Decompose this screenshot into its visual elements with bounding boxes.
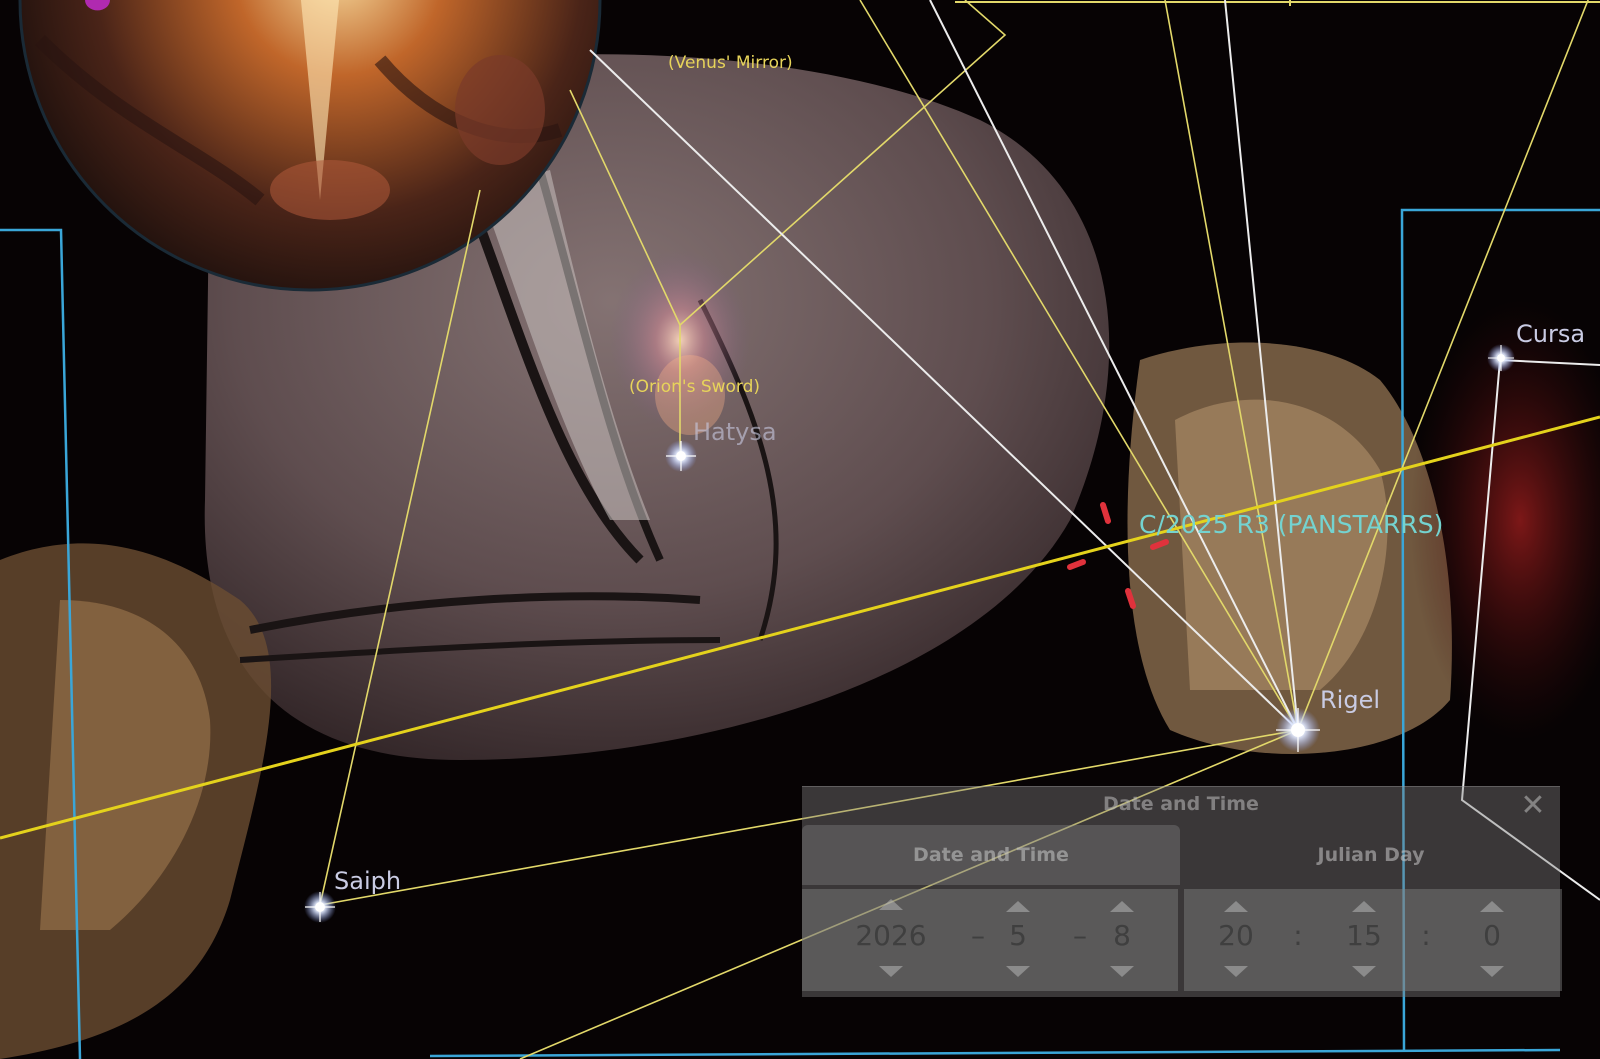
star-icon[interactable] xyxy=(1487,344,1515,372)
second-value[interactable]: 0 xyxy=(1462,919,1522,952)
day-value[interactable]: 8 xyxy=(1092,919,1152,952)
chevron-down-icon[interactable] xyxy=(1352,966,1376,977)
date-separator: – xyxy=(1073,919,1087,952)
chevron-up-icon[interactable] xyxy=(1110,901,1134,912)
ecliptic-line xyxy=(0,415,1600,840)
chevron-down-icon[interactable] xyxy=(1224,966,1248,977)
star-icon[interactable] xyxy=(304,891,336,923)
chevron-up-icon[interactable] xyxy=(1006,901,1030,912)
constellation-boundary xyxy=(429,1048,1561,1058)
star-icon[interactable] xyxy=(1276,708,1320,752)
chevron-up-icon[interactable] xyxy=(1352,901,1376,912)
dialog-title[interactable]: Date and Time xyxy=(802,793,1560,815)
hour-spinner[interactable]: 20 xyxy=(1206,889,1266,991)
hour-value[interactable]: 20 xyxy=(1206,919,1266,952)
chevron-down-icon[interactable] xyxy=(879,966,903,977)
minute-spinner[interactable]: 15 xyxy=(1334,889,1394,991)
chevron-down-icon[interactable] xyxy=(1480,966,1504,977)
second-spinner[interactable]: 0 xyxy=(1462,889,1522,991)
date-panel: 2026 – 5 – 8 xyxy=(802,889,1178,991)
close-icon[interactable]: ✕ xyxy=(1516,789,1550,823)
chevron-up-icon[interactable] xyxy=(1224,901,1248,912)
chevron-down-icon[interactable] xyxy=(1110,966,1134,977)
chevron-up-icon[interactable] xyxy=(879,899,903,910)
constellation-lines xyxy=(589,0,1600,901)
tab-julian-day[interactable]: Julian Day xyxy=(1182,825,1560,885)
year-spinner[interactable]: 2026 xyxy=(846,889,936,991)
constellation-boundary xyxy=(0,228,82,1059)
time-separator: : xyxy=(1293,919,1303,952)
asterism-label-venus-mirror: (Venus' Mirror) xyxy=(668,53,793,73)
star-label-hatysa[interactable]: Hatysa xyxy=(693,418,777,446)
comet-label[interactable]: C/2025 R3 (PANSTARRS) xyxy=(1139,510,1443,539)
day-spinner[interactable]: 8 xyxy=(1092,889,1152,991)
star-label-saiph[interactable]: Saiph xyxy=(334,867,401,895)
star-label-cursa[interactable]: Cursa xyxy=(1516,320,1585,348)
time-separator: : xyxy=(1421,919,1431,952)
chevron-up-icon[interactable] xyxy=(1480,901,1504,912)
chevron-down-icon[interactable] xyxy=(1006,966,1030,977)
star-label-rigel[interactable]: Rigel xyxy=(1320,686,1380,714)
asterism-label-orions-sword: (Orion's Sword) xyxy=(629,377,761,397)
date-time-dialog: Date and Time ✕ Date and Time Julian Day… xyxy=(802,786,1562,997)
month-spinner[interactable]: 5 xyxy=(988,889,1048,991)
time-panel: 20 : 15 : 0 xyxy=(1184,889,1562,991)
date-separator: – xyxy=(971,919,985,952)
minute-value[interactable]: 15 xyxy=(1334,919,1394,952)
tab-date-and-time[interactable]: Date and Time xyxy=(802,825,1180,885)
year-value[interactable]: 2026 xyxy=(846,919,936,952)
sky-view[interactable]: (Venus' Mirror) (Orion's Sword) Hatysa C… xyxy=(0,0,1600,1059)
month-value[interactable]: 5 xyxy=(988,919,1048,952)
